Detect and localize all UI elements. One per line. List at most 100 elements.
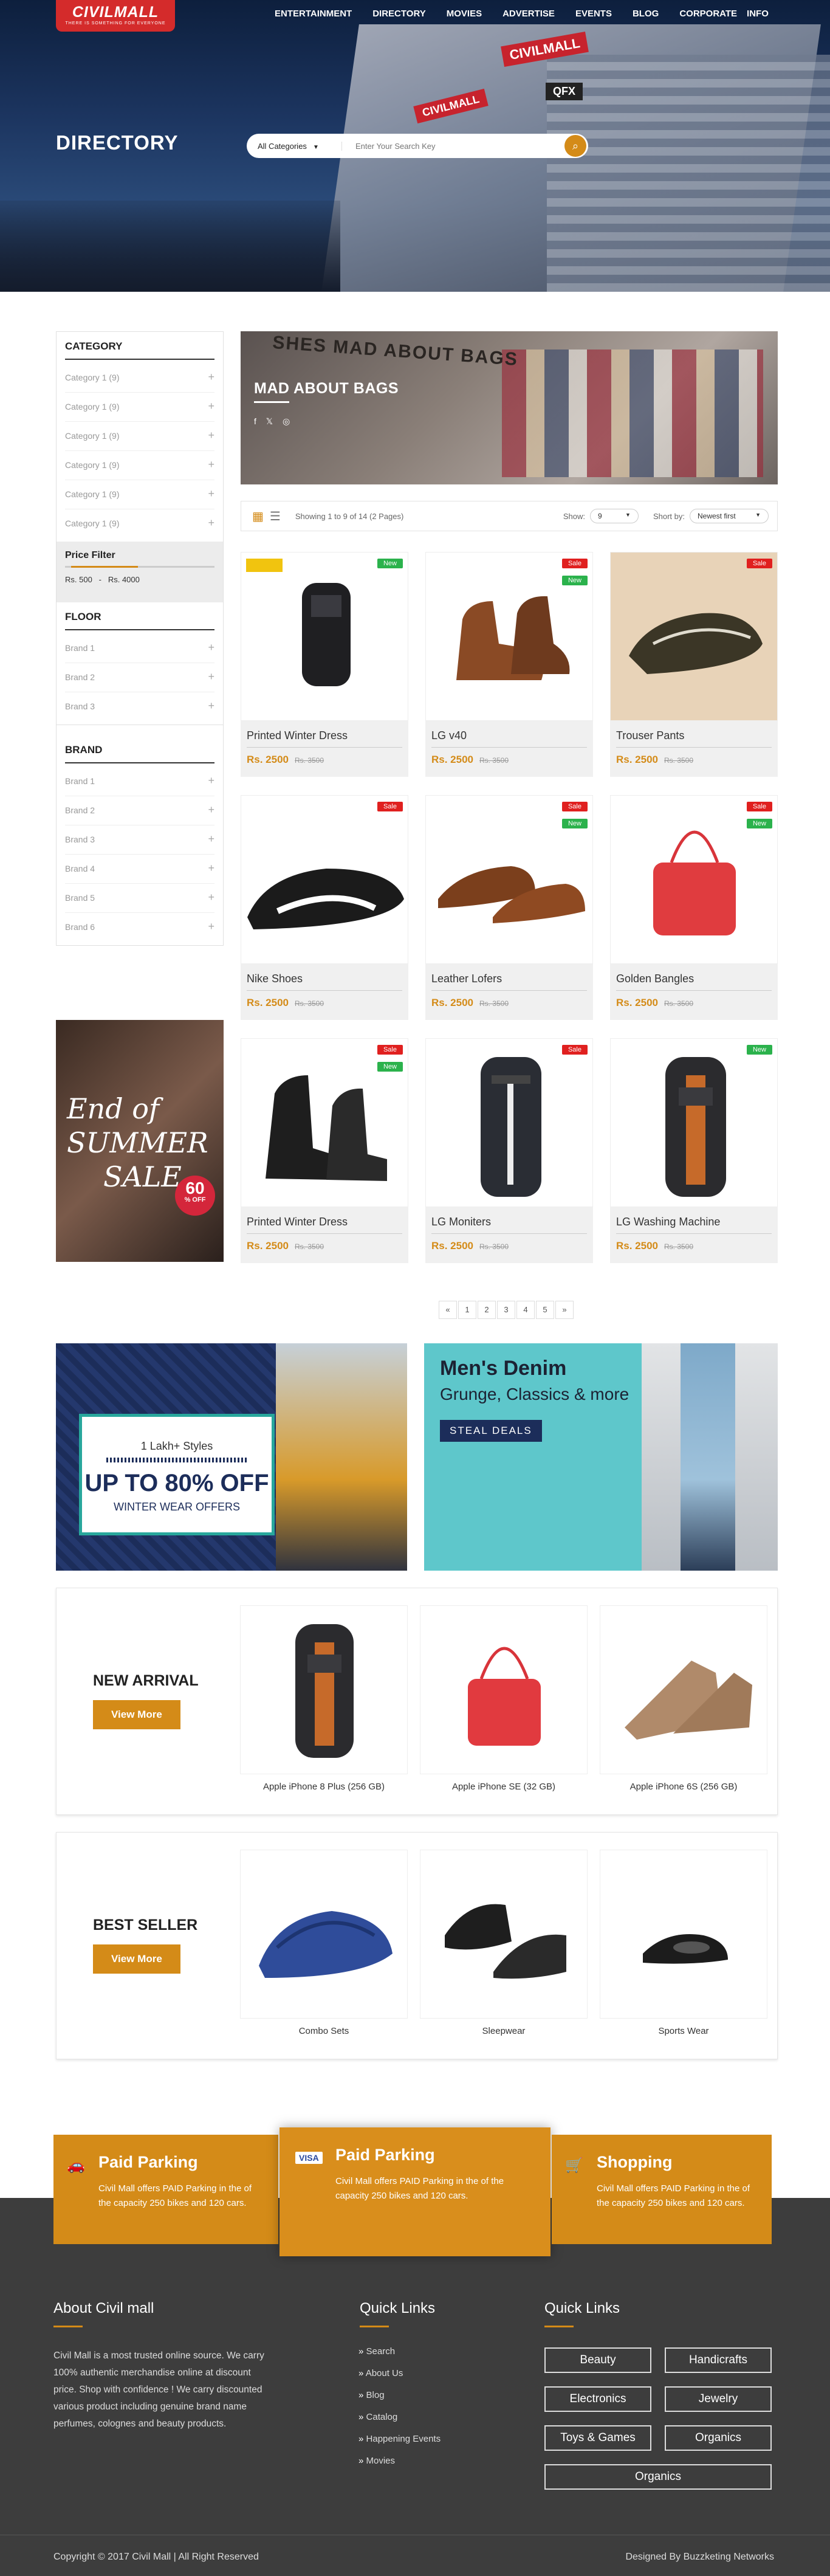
floor-item[interactable]: Brand 2 +	[65, 663, 214, 692]
product-image[interactable]	[600, 1605, 767, 1774]
pagination-page[interactable]: 1	[458, 1301, 476, 1319]
offer-headline: UP TO 80% OFF	[84, 1470, 269, 1496]
list-view-icon[interactable]: ☰	[270, 509, 281, 524]
product-image[interactable]	[240, 1605, 408, 1774]
category-item[interactable]: Category 1 (9) +	[65, 363, 214, 393]
brand-item[interactable]: Brand 4 +	[65, 855, 214, 884]
product-image[interactable]	[600, 1850, 767, 2019]
tag-jewelry[interactable]: Jewelry	[665, 2386, 772, 2412]
steal-deals-button[interactable]: STEAL DEALS	[440, 1420, 542, 1442]
tag-electronics[interactable]: Electronics	[544, 2386, 651, 2412]
product-name[interactable]: Printed Winter Dress	[247, 1216, 402, 1234]
product-card[interactable]: Sale New Golden Bangles Rs. 2500 Rs. 3500	[610, 795, 778, 1020]
summer-sale-promo[interactable]: End of SUMMER SALE 60% OFF	[56, 1020, 224, 1262]
product-image[interactable]: Sale	[425, 1038, 593, 1207]
brand-item[interactable]: Brand 1 +	[65, 767, 214, 796]
product-name[interactable]: Nike Shoes	[247, 973, 402, 991]
pagination-page[interactable]: 3	[497, 1301, 515, 1319]
product-name[interactable]: LG Moniters	[431, 1216, 587, 1234]
product-card[interactable]: Sale New Printed Winter Dress Rs. 2500 Rs. 3…	[241, 1038, 408, 1263]
logo[interactable]: CIVILMALL THERE IS SOMETHING FOR EVERYON…	[56, 0, 175, 32]
tag-toys-games[interactable]: Toys & Games	[544, 2425, 651, 2451]
cart-icon: 🛒	[565, 2157, 583, 2174]
product-name[interactable]: Leather Lofers	[431, 973, 587, 991]
brand-item[interactable]: Brand 5 +	[65, 884, 214, 913]
mens-denim-ad[interactable]: Men's Denim Grunge, Classics & more STEA…	[424, 1343, 778, 1571]
nav-info[interactable]: INFO	[747, 9, 769, 19]
floor-item[interactable]: Brand 1 +	[65, 634, 214, 663]
product-image[interactable]: New	[241, 552, 408, 721]
product-card[interactable]: New LG Washing Machine Rs. 2500 Rs. 3500	[610, 1038, 778, 1263]
bags-banner[interactable]: SHES MAD ABOUT BAGS MAD ABOUT BAGS f 𝕏 ◎	[241, 331, 778, 484]
product-name[interactable]: Printed Winter Dress	[247, 729, 402, 748]
product-image[interactable]	[420, 1850, 588, 2019]
quick-links-list: Search About Us Blog Catalog Happening E…	[358, 2346, 441, 2478]
view-more-button[interactable]: View More	[93, 1944, 180, 1974]
winter-wear-ad[interactable]: 1 Lakh+ Styles UP TO 80% OFF WINTER WEAR…	[56, 1343, 407, 1571]
category-item[interactable]: Category 1 (9) +	[65, 422, 214, 451]
pagination-page[interactable]: 2	[478, 1301, 496, 1319]
product-image[interactable]: Sale New	[425, 552, 593, 721]
product-name[interactable]: Trouser Pants	[616, 729, 772, 748]
category-item[interactable]: Category 1 (9) +	[65, 451, 214, 480]
product-image[interactable]	[420, 1605, 588, 1774]
product-card[interactable]: Sale New LG v40 Rs. 2500 Rs. 3500	[425, 552, 593, 777]
grid-view-icon[interactable]: ▦	[252, 509, 264, 524]
tag-organics[interactable]: Organics	[544, 2464, 772, 2490]
product-card[interactable]: Sale LG Moniters Rs. 2500 Rs. 3500	[425, 1038, 593, 1263]
social-icons[interactable]: f 𝕏 ◎	[254, 416, 293, 427]
footer-link-movies[interactable]: Movies	[358, 2456, 441, 2466]
brand-item[interactable]: Brand 6 +	[65, 913, 214, 942]
floor-item[interactable]: Brand 3 +	[65, 692, 214, 721]
pagination-next[interactable]: »	[555, 1301, 574, 1319]
new-badge: New	[561, 819, 588, 828]
category-select[interactable]: All Categories ▼	[247, 141, 342, 151]
nav-corporate[interactable]: CORPORATE	[679, 9, 737, 19]
product-name[interactable]: Golden Bangles	[616, 973, 772, 991]
price-slider[interactable]	[65, 566, 214, 568]
footer-link-about[interactable]: About Us	[358, 2368, 441, 2378]
nav-events[interactable]: EVENTS	[575, 9, 612, 19]
nav-movies[interactable]: MOVIES	[447, 9, 482, 19]
footer-link-catalog[interactable]: Catalog	[358, 2412, 441, 2422]
product-card[interactable]: New Printed Winter Dress Rs. 2500 Rs. 3500	[241, 552, 408, 777]
product-card[interactable]: Sale Trouser Pants Rs. 2500 Rs. 3500	[610, 552, 778, 777]
show-select[interactable]: 9 ▼	[589, 509, 639, 523]
footer-link-events[interactable]: Happening Events	[358, 2434, 441, 2444]
sale-badge: Sale	[746, 802, 772, 811]
product-image[interactable]: Sale New	[425, 795, 593, 964]
product-image[interactable]: New	[610, 1038, 778, 1207]
price-slider-range[interactable]	[71, 566, 138, 568]
search-input[interactable]	[342, 141, 564, 151]
brand-item[interactable]: Brand 2 +	[65, 796, 214, 825]
product-card[interactable]: Sale New Leather Lofers Rs. 2500 Rs. 3500	[425, 795, 593, 1020]
category-item[interactable]: Category 1 (9) +	[65, 393, 214, 422]
tag-handicrafts[interactable]: Handicrafts	[665, 2347, 772, 2373]
brand-item[interactable]: Brand 3 +	[65, 825, 214, 855]
product-name[interactable]: LG v40	[431, 729, 587, 748]
nav-advertise[interactable]: ADVERTISE	[502, 9, 555, 19]
category-item[interactable]: Category 1 (9) +	[65, 509, 214, 538]
tag-beauty[interactable]: Beauty	[544, 2347, 651, 2373]
product-card[interactable]: Sale Nike Shoes Rs. 2500 Rs. 3500	[241, 795, 408, 1020]
product-image[interactable]: Sale New	[610, 795, 778, 964]
footer-link-blog[interactable]: Blog	[358, 2390, 441, 2400]
nav-entertainment[interactable]: ENTERTAINMENT	[275, 9, 352, 19]
pagination-page[interactable]: 4	[516, 1301, 535, 1319]
product-name[interactable]: LG Washing Machine	[616, 1216, 772, 1234]
product-image[interactable]: Sale	[241, 795, 408, 964]
nav-blog[interactable]: BLOG	[633, 9, 659, 19]
pagination-prev[interactable]: «	[439, 1301, 457, 1319]
product-image[interactable]	[240, 1850, 408, 2019]
nav-directory[interactable]: DIRECTORY	[372, 9, 426, 19]
footer-link-search[interactable]: Search	[358, 2346, 441, 2357]
sort-select[interactable]: Newest first ▼	[690, 509, 769, 523]
view-more-button[interactable]: View More	[93, 1700, 180, 1729]
tag-organics[interactable]: Organics	[665, 2425, 772, 2451]
product-image[interactable]: Sale New	[241, 1038, 408, 1207]
product-image[interactable]: Sale	[610, 552, 778, 721]
category-item[interactable]: Category 1 (9) +	[65, 480, 214, 509]
search-button[interactable]: ⌕	[564, 135, 586, 157]
designed-by[interactable]: Designed By Buzzketing Networks	[625, 2552, 774, 2563]
pagination-page[interactable]: 5	[536, 1301, 554, 1319]
